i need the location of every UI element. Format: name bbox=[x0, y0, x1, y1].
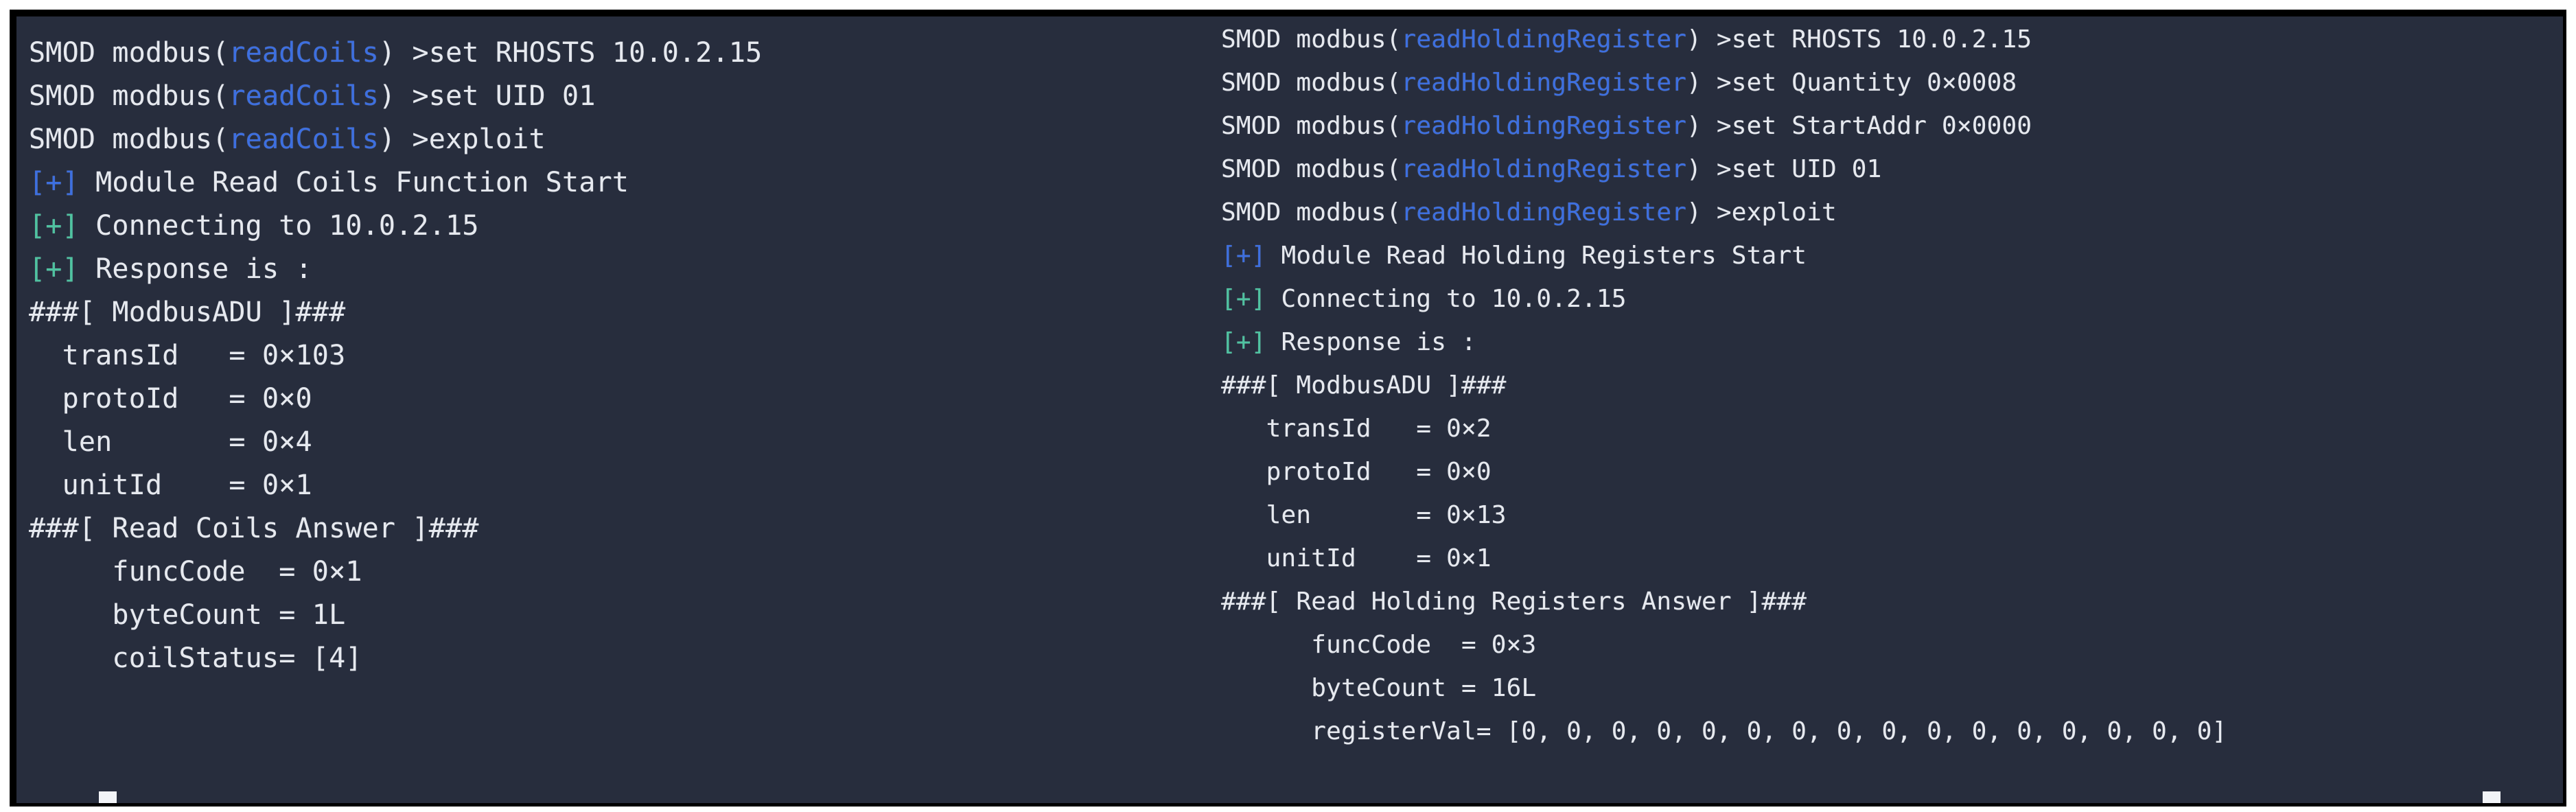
prompt-command: ) >set RHOSTS 10.0.2.15 bbox=[1686, 25, 2032, 54]
console-line: SMOD modbus(readCoils) >set UID 01 bbox=[29, 75, 1227, 118]
output-text: ###[ ModbusADU ]### bbox=[29, 297, 346, 328]
console-line: transId = 0×2 bbox=[1221, 407, 2563, 450]
console-line: SMOD modbus(readHoldingRegister) >set Qu… bbox=[1221, 61, 2563, 104]
console-line: registerVal= [0, 0, 0, 0, 0, 0, 0, 0, 0,… bbox=[1221, 710, 2563, 753]
prompt-module-name: readHoldingRegister bbox=[1401, 69, 1687, 97]
console-line: ###[ Read Coils Answer ]### bbox=[29, 507, 1227, 550]
status-badge: [+] bbox=[29, 167, 79, 198]
output-text: ###[ ModbusADU ]### bbox=[1221, 371, 1507, 399]
output-text: coilStatus= [4] bbox=[29, 642, 362, 674]
console-line: funcCode = 0×1 bbox=[29, 550, 1227, 594]
status-text: Module Read Holding Registers Start bbox=[1266, 242, 1807, 270]
status-badge: [+] bbox=[1221, 285, 1266, 313]
console-line: protoId = 0×0 bbox=[1221, 450, 2563, 494]
console-line: transId = 0×103 bbox=[29, 334, 1227, 378]
status-text: Connecting to 10.0.2.15 bbox=[1266, 285, 1627, 313]
output-text: funcCode = 0×1 bbox=[29, 556, 362, 588]
prompt-module-name: readCoils bbox=[229, 37, 379, 69]
prompt-module-name: readHoldingRegister bbox=[1401, 198, 1687, 227]
console-line: coilStatus= [4] bbox=[29, 637, 1227, 680]
prompt-module-name: readHoldingRegister bbox=[1401, 25, 1687, 54]
prompt-prefix: SMOD modbus( bbox=[1221, 69, 1402, 97]
console-output-right: SMOD modbus(readHoldingRegister) >set RH… bbox=[1214, 18, 2563, 753]
prompt-command: ) >set UID 01 bbox=[1686, 155, 1882, 183]
console-line: [+] Response is : bbox=[29, 248, 1227, 291]
text-cursor-left bbox=[99, 791, 117, 803]
console-line: funcCode = 0×3 bbox=[1221, 623, 2563, 666]
console-pane-read-coils[interactable]: SMOD modbus(readCoils) >set RHOSTS 10.0.… bbox=[16, 16, 1214, 803]
console-line: [+] Response is : bbox=[1221, 321, 2563, 364]
console-line: unitId = 0×1 bbox=[1221, 537, 2563, 580]
prompt-module-name: readHoldingRegister bbox=[1401, 112, 1687, 140]
status-badge: [+] bbox=[1221, 242, 1266, 270]
prompt-command: ) >exploit bbox=[378, 124, 546, 155]
status-badge: [+] bbox=[29, 210, 79, 242]
status-text: Module Read Coils Function Start bbox=[78, 167, 629, 198]
status-text: Response is : bbox=[1266, 328, 1476, 356]
prompt-prefix: SMOD modbus( bbox=[1221, 112, 1402, 140]
prompt-prefix: SMOD modbus( bbox=[29, 80, 229, 112]
output-text: transId = 0×103 bbox=[29, 340, 346, 371]
output-text: protoId = 0×0 bbox=[29, 383, 312, 415]
console-line: len = 0×4 bbox=[29, 421, 1227, 464]
prompt-command: ) >exploit bbox=[1686, 198, 1837, 227]
status-badge: [+] bbox=[1221, 328, 1266, 356]
output-text: transId = 0×2 bbox=[1221, 415, 1492, 443]
console-line: [+] Module Read Coils Function Start bbox=[29, 161, 1227, 205]
status-text: Connecting to 10.0.2.15 bbox=[78, 210, 479, 242]
prompt-module-name: readCoils bbox=[229, 124, 379, 155]
prompt-prefix: SMOD modbus( bbox=[1221, 155, 1402, 183]
console-line: protoId = 0×0 bbox=[29, 378, 1227, 421]
console-line: SMOD modbus(readCoils) >set RHOSTS 10.0.… bbox=[29, 32, 1227, 75]
terminal-frame: SMOD modbus(readCoils) >set RHOSTS 10.0.… bbox=[10, 10, 2566, 807]
prompt-prefix: SMOD modbus( bbox=[29, 124, 229, 155]
terminal-body[interactable]: SMOD modbus(readCoils) >set RHOSTS 10.0.… bbox=[16, 16, 2563, 803]
prompt-command: ) >set StartAddr 0×0000 bbox=[1686, 112, 2032, 140]
output-text: unitId = 0×1 bbox=[29, 469, 312, 501]
output-text: registerVal= [0, 0, 0, 0, 0, 0, 0, 0, 0,… bbox=[1221, 717, 2227, 745]
prompt-command: ) >set RHOSTS 10.0.2.15 bbox=[378, 37, 763, 69]
prompt-module-name: readHoldingRegister bbox=[1401, 155, 1687, 183]
prompt-prefix: SMOD modbus( bbox=[1221, 198, 1402, 227]
output-text: len = 0×13 bbox=[1221, 501, 1507, 529]
output-text: byteCount = 16L bbox=[1221, 674, 1537, 702]
console-line: SMOD modbus(readHoldingRegister) >set St… bbox=[1221, 104, 2563, 148]
output-text: unitId = 0×1 bbox=[1221, 544, 1492, 572]
prompt-command: ) >set UID 01 bbox=[378, 80, 596, 112]
prompt-prefix: SMOD modbus( bbox=[29, 37, 229, 69]
console-line: SMOD modbus(readHoldingRegister) >exploi… bbox=[1221, 191, 2563, 234]
console-line: [+] Connecting to 10.0.2.15 bbox=[29, 205, 1227, 248]
console-line: SMOD modbus(readHoldingRegister) >set RH… bbox=[1221, 18, 2563, 61]
console-line: SMOD modbus(readHoldingRegister) >set UI… bbox=[1221, 148, 2563, 191]
prompt-module-name: readCoils bbox=[229, 80, 379, 112]
console-line: len = 0×13 bbox=[1221, 494, 2563, 537]
prompt-command: ) >set Quantity 0×0008 bbox=[1686, 69, 2017, 97]
console-line: byteCount = 1L bbox=[29, 594, 1227, 637]
console-line: byteCount = 16L bbox=[1221, 666, 2563, 710]
console-line: unitId = 0×1 bbox=[29, 464, 1227, 507]
console-line: [+] Module Read Holding Registers Start bbox=[1221, 234, 2563, 277]
output-text: funcCode = 0×3 bbox=[1221, 631, 1537, 659]
output-text: protoId = 0×0 bbox=[1221, 458, 1492, 486]
text-cursor-right bbox=[2483, 791, 2500, 803]
console-line: [+] Connecting to 10.0.2.15 bbox=[1221, 277, 2563, 321]
console-line: SMOD modbus(readCoils) >exploit bbox=[29, 118, 1227, 161]
output-text: byteCount = 1L bbox=[29, 599, 346, 631]
status-text: Response is : bbox=[78, 253, 312, 285]
console-line: ###[ ModbusADU ]### bbox=[1221, 364, 2563, 407]
output-text: len = 0×4 bbox=[29, 426, 312, 458]
output-text: ###[ Read Holding Registers Answer ]### bbox=[1221, 588, 1807, 616]
output-text: ###[ Read Coils Answer ]### bbox=[29, 513, 479, 544]
console-line: ###[ Read Holding Registers Answer ]### bbox=[1221, 580, 2563, 623]
console-pane-read-holding-register[interactable]: SMOD modbus(readHoldingRegister) >set RH… bbox=[1214, 16, 2563, 803]
prompt-prefix: SMOD modbus( bbox=[1221, 25, 1402, 54]
terminal-screenshot: SMOD modbus(readCoils) >set RHOSTS 10.0.… bbox=[0, 0, 2576, 812]
console-line: ###[ ModbusADU ]### bbox=[29, 291, 1227, 334]
console-output-left: SMOD modbus(readCoils) >set RHOSTS 10.0.… bbox=[16, 32, 1227, 680]
status-badge: [+] bbox=[29, 253, 79, 285]
